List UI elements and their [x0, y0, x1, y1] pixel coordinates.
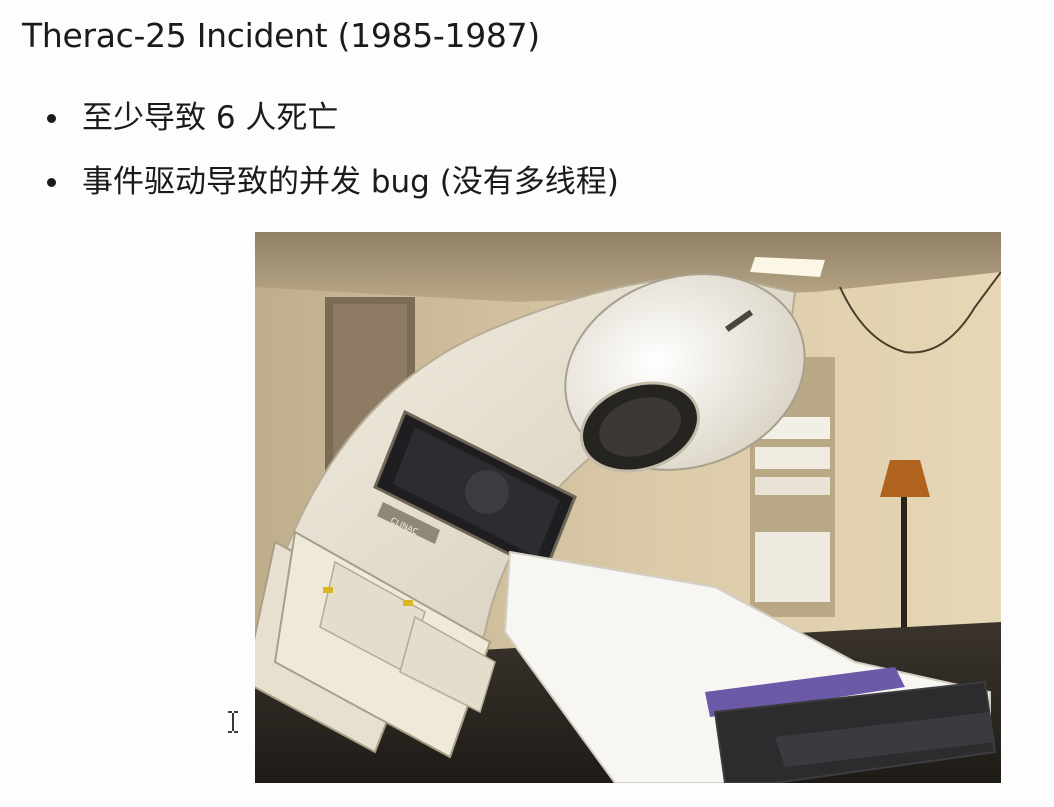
slide: Therac-25 Incident (1985-1987) 至少导致 6 人死… — [0, 0, 1054, 807]
bullet-text: 事件驱动导致的并发 bug (没有多线程) — [82, 164, 619, 200]
bullet-list: 至少导致 6 人死亡 事件驱动导致的并发 bug (没有多线程) — [44, 92, 619, 220]
bullet-item: 至少导致 6 人死亡 — [44, 92, 619, 156]
therac-machine-illustration: CLINAC — [255, 232, 1001, 783]
text-cursor-icon — [228, 711, 238, 733]
console-lens — [465, 470, 509, 514]
lamp-pole — [901, 497, 907, 647]
towel-stack — [755, 477, 830, 495]
slide-title: Therac-25 Incident (1985-1987) — [22, 16, 540, 55]
warning-sticker — [403, 600, 413, 606]
bullet-dot-icon — [47, 114, 56, 123]
towel-stack — [755, 447, 830, 469]
therac-machine-photo: CLINAC — [255, 232, 1001, 783]
bullet-dot-icon — [47, 178, 56, 187]
towel-stack — [755, 532, 830, 602]
bullet-item: 事件驱动导致的并发 bug (没有多线程) — [44, 156, 619, 220]
bullet-text: 至少导致 6 人死亡 — [82, 100, 339, 136]
warning-sticker — [323, 587, 333, 593]
